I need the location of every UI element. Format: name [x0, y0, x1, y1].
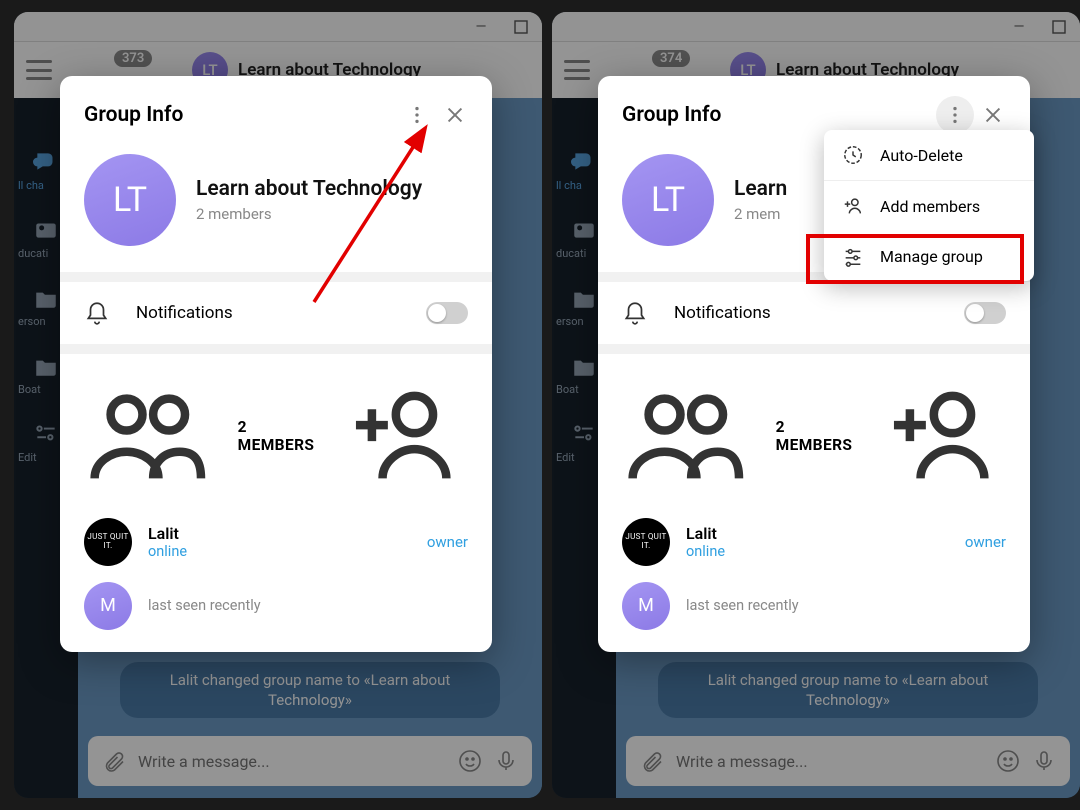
group-subtitle: 2 mem	[734, 205, 787, 223]
menu-manage-group[interactable]: Manage group	[824, 231, 1034, 281]
divider	[60, 344, 492, 354]
timer-icon	[842, 144, 864, 166]
group-name: Learn	[734, 177, 787, 201]
notifications-toggle[interactable]	[426, 302, 468, 324]
menu-auto-delete[interactable]: Auto-Delete	[824, 130, 1034, 180]
members-count-label: 2 MEMBERS	[238, 418, 315, 454]
member-avatar: JUST QUIT IT.	[622, 518, 670, 566]
member-status: last seen recently	[686, 597, 1006, 614]
close-button[interactable]	[974, 96, 1012, 134]
add-person-icon	[842, 195, 864, 217]
screenshot-left: — 373 LT Learn about Technology ll cha d…	[14, 12, 542, 798]
more-options-button[interactable]	[398, 96, 436, 134]
members-count-label: 2 MEMBERS	[776, 418, 853, 454]
group-info-modal: Group Info LT Learn about Technology 2 m…	[60, 76, 492, 652]
member-role: owner	[965, 533, 1006, 551]
members-icon	[622, 372, 750, 500]
notifications-label: Notifications	[136, 303, 400, 323]
member-avatar: M	[622, 582, 670, 630]
more-options-button[interactable]	[936, 96, 974, 134]
notifications-row[interactable]: Notifications	[598, 282, 1030, 344]
group-avatar: LT	[84, 154, 176, 246]
screenshot-right: — 374 LT Learn about Technology ll cha d…	[552, 12, 1080, 798]
add-member-icon[interactable]	[340, 372, 468, 500]
member-row[interactable]: M last seen recently	[60, 574, 492, 652]
group-subtitle: 2 members	[196, 205, 422, 223]
member-name: Lalit	[148, 524, 411, 543]
add-member-icon[interactable]	[878, 372, 1006, 500]
member-avatar: JUST QUIT IT.	[84, 518, 132, 566]
modal-title: Group Info	[622, 103, 936, 127]
group-name: Learn about Technology	[196, 177, 422, 201]
member-row[interactable]: JUST QUIT IT. Lalit online owner	[60, 510, 492, 574]
notifications-label: Notifications	[674, 303, 938, 323]
divider	[60, 272, 492, 282]
context-menu: Auto-Delete Add members Manage group	[824, 130, 1034, 281]
sliders-icon	[842, 245, 864, 267]
member-row[interactable]: JUST QUIT IT. Lalit online owner	[598, 510, 1030, 574]
divider	[598, 344, 1030, 354]
member-role: owner	[427, 533, 468, 551]
group-avatar: LT	[622, 154, 714, 246]
member-name: Lalit	[686, 524, 949, 543]
bell-icon	[622, 300, 648, 326]
menu-add-members[interactable]: Add members	[824, 181, 1034, 231]
member-status: online	[148, 543, 411, 560]
members-icon	[84, 372, 212, 500]
bell-icon	[84, 300, 110, 326]
notifications-row[interactable]: Notifications	[60, 282, 492, 344]
member-row[interactable]: M last seen recently	[598, 574, 1030, 652]
member-avatar: M	[84, 582, 132, 630]
member-status: online	[686, 543, 949, 560]
notifications-toggle[interactable]	[964, 302, 1006, 324]
modal-title: Group Info	[84, 103, 398, 127]
close-button[interactable]	[436, 96, 474, 134]
member-status: last seen recently	[148, 597, 468, 614]
